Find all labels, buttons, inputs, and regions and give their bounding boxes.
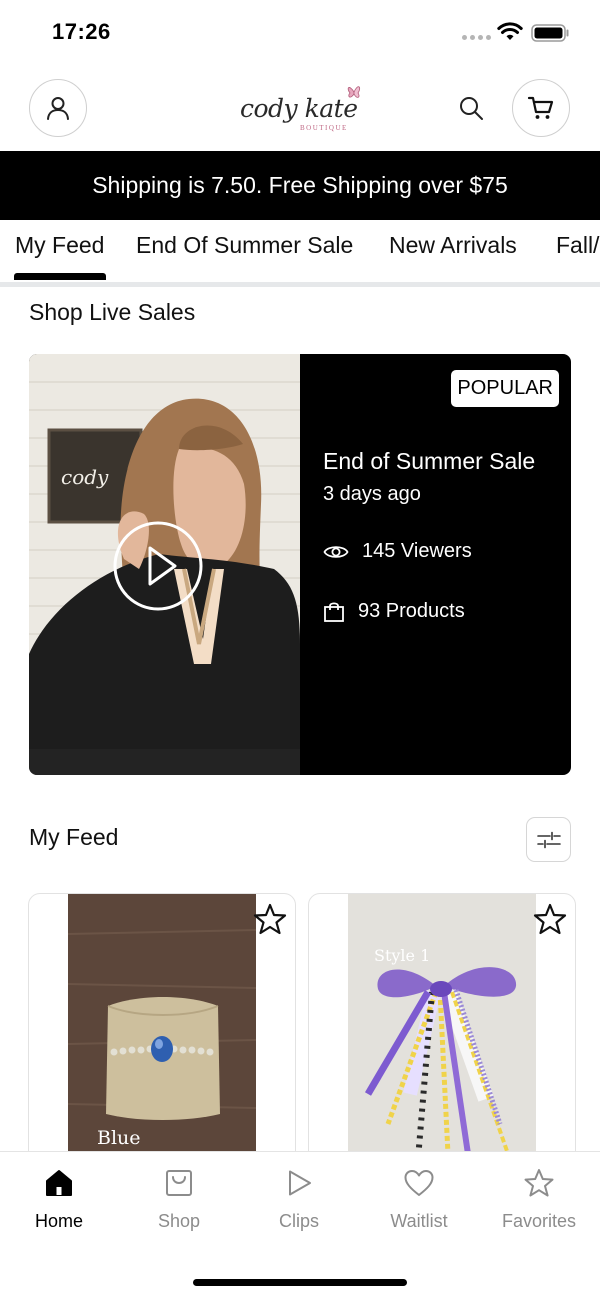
- bottom-nav: Home Shop Clips Waitlist Favorites: [0, 1151, 600, 1299]
- search-button[interactable]: [453, 90, 489, 126]
- play-icon: [289, 1170, 311, 1196]
- user-icon: [47, 97, 69, 120]
- star-icon: [524, 1169, 554, 1197]
- nav-shop-label: Shop: [157, 1211, 201, 1231]
- home-icon: [46, 1170, 72, 1196]
- nav-favorites-label: Favorites: [501, 1211, 577, 1231]
- nav-waitlist-label: Waitlist: [390, 1211, 448, 1231]
- viewers-row: 145 Viewers: [323, 540, 472, 563]
- product-caption: Blue: [97, 1127, 141, 1149]
- status-bar: 17:26: [0, 0, 600, 66]
- product-caption: Style 1: [374, 946, 430, 965]
- live-sale-thumbnail[interactable]: cody: [29, 354, 300, 775]
- products-row: 93 Products: [323, 600, 465, 623]
- live-sale-card[interactable]: cody POPULAR End of Summer Sale 3 days a…: [29, 354, 571, 775]
- my-feed-title: My Feed: [29, 824, 119, 850]
- battery-icon: [531, 24, 569, 42]
- product-card[interactable]: Style 1: [308, 893, 576, 1163]
- favorite-star-icon[interactable]: [533, 902, 567, 936]
- product-image[interactable]: Blue: [68, 894, 256, 1163]
- wall-sign-text: cody: [61, 465, 109, 489]
- active-tab-indicator: [14, 273, 106, 280]
- shipping-banner: Shipping is 7.50. Free Shipping over $75: [0, 151, 600, 220]
- wifi-icon: [497, 22, 523, 40]
- status-time: 17:26: [52, 19, 111, 44]
- nav-favorites[interactable]: Favorites: [484, 1168, 594, 1232]
- favorite-star-icon[interactable]: [253, 902, 287, 936]
- shopping-bag-icon: [166, 1170, 192, 1196]
- live-sales-title: Shop Live Sales: [29, 299, 196, 325]
- product-card[interactable]: Blue: [28, 893, 296, 1163]
- live-sale-title[interactable]: End of Summer Sale: [323, 448, 535, 475]
- filter-button[interactable]: [526, 817, 571, 862]
- nav-home-label: Home: [34, 1211, 83, 1231]
- product-image[interactable]: Style 1: [348, 894, 536, 1163]
- products-count: 93 Products: [358, 600, 465, 622]
- tabs-divider: [0, 282, 600, 287]
- logo-script: cody kate: [240, 94, 358, 123]
- cart-icon: [527, 96, 554, 119]
- tab-new-arrivals[interactable]: New Arrivals: [389, 232, 517, 259]
- shipping-banner-text: Shipping is 7.50. Free Shipping over $75: [92, 172, 508, 198]
- signal-dots-icon: [462, 35, 491, 40]
- nav-home[interactable]: Home: [4, 1168, 114, 1232]
- live-sale-info: POPULAR End of Summer Sale 3 days ago 14…: [300, 354, 571, 775]
- tab-end-of-summer-sale[interactable]: End Of Summer Sale: [136, 232, 353, 259]
- tab-fall[interactable]: Fall/: [556, 232, 599, 259]
- cart-button[interactable]: [512, 79, 570, 137]
- tab-my-feed[interactable]: My Feed: [15, 232, 104, 259]
- shopping-bag-icon: [324, 601, 344, 622]
- brand-logo[interactable]: cody kate BOUTIQUE: [234, 80, 366, 136]
- heart-icon: [404, 1170, 434, 1196]
- nav-clips[interactable]: Clips: [244, 1168, 354, 1232]
- nav-waitlist[interactable]: Waitlist: [364, 1168, 474, 1232]
- nav-clips-label: Clips: [278, 1211, 319, 1231]
- search-icon: [460, 97, 483, 120]
- sliders-icon: [536, 831, 561, 848]
- account-button[interactable]: [29, 79, 87, 137]
- logo-subtitle: BOUTIQUE: [300, 124, 348, 132]
- viewers-count: 145 Viewers: [362, 540, 472, 562]
- butterfly-icon: [347, 86, 361, 98]
- app-header: cody kate BOUTIQUE: [0, 66, 600, 151]
- eye-icon: [323, 545, 349, 558]
- nav-shop[interactable]: Shop: [124, 1168, 234, 1232]
- home-indicator: [193, 1279, 407, 1286]
- popular-badge: POPULAR: [451, 370, 559, 407]
- category-tabs: My Feed End Of Summer Sale New Arrivals …: [0, 220, 600, 282]
- live-sale-time: 3 days ago: [323, 483, 421, 505]
